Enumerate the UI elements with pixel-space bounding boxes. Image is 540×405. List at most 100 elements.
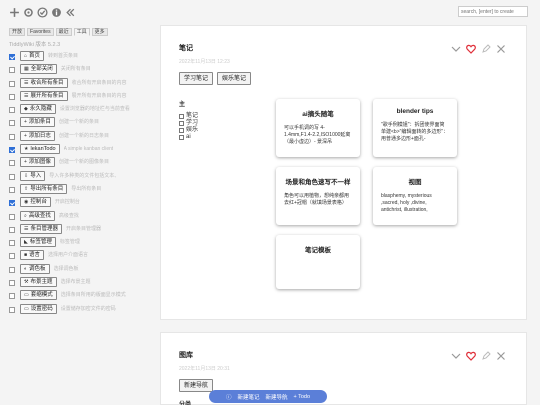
checkbox[interactable] bbox=[9, 226, 15, 233]
tag-item-label: 娱乐 bbox=[186, 127, 199, 133]
tool-button[interactable]: ◣ 标签管理 bbox=[20, 237, 56, 248]
tool-button[interactable]: ⌂ 首页 bbox=[20, 51, 45, 61]
tag-list: 主 笔记 学习 娱乐 ai bbox=[179, 99, 198, 141]
close-icon[interactable] bbox=[496, 41, 506, 59]
note-card[interactable]: blender tips "歌手例模姐"：拆团使界面简单建<b>"编辑面转的多边… bbox=[373, 99, 457, 157]
checkbox[interactable] bbox=[179, 121, 184, 126]
checkbox[interactable] bbox=[9, 213, 15, 220]
tab-favorites[interactable]: Favorites bbox=[27, 28, 54, 36]
tag-item[interactable]: 笔记 bbox=[179, 113, 198, 120]
tool-description: 开启条目管理器 bbox=[66, 225, 102, 232]
checkbox[interactable] bbox=[9, 107, 15, 114]
tool-row: ★ lekanTodo A simple kanban client bbox=[9, 144, 160, 157]
entertainment-notes-button[interactable]: 娱乐笔记 bbox=[217, 72, 252, 85]
sidebar: 开放 Favorites 最近 工具 更多 TiddlyWiki 版本 5.2.… bbox=[0, 0, 160, 405]
tool-button[interactable]: ◐ 调色板 bbox=[20, 263, 50, 274]
home-icon: ⌂ bbox=[24, 53, 28, 59]
chevron-down-icon[interactable] bbox=[451, 41, 461, 59]
checkbox[interactable] bbox=[9, 93, 15, 100]
version-label: TiddlyWiki 版本 5.2.3 bbox=[9, 42, 61, 48]
tool-button[interactable]: ★ lekanTodo bbox=[20, 144, 60, 155]
checkbox[interactable] bbox=[9, 186, 15, 193]
tool-row: ◐ 调色板 选择调色板 bbox=[9, 263, 160, 277]
checkbox[interactable] bbox=[179, 135, 184, 140]
chevron-double-left-icon[interactable] bbox=[65, 7, 76, 18]
tab-tools[interactable]: 工具 bbox=[73, 28, 90, 36]
search-input[interactable] bbox=[458, 6, 528, 17]
note-card[interactable]: ai摘头随笔 可以手机调的写 4-1.4mm,F1.4-2.2,ISO1000延… bbox=[276, 99, 360, 157]
gear-icon[interactable] bbox=[23, 7, 34, 18]
info-icon[interactable] bbox=[51, 7, 62, 18]
note-card-body: 角色可以用植物，想纯亲都用去红+冠帽（就填场景表格） bbox=[284, 193, 350, 206]
new-nav-link[interactable]: 新建导航 bbox=[265, 393, 287, 401]
note-card[interactable]: 场景和角色速写不一样 角色可以用植物，想纯亲都用去红+冠帽（就填场景表格） bbox=[276, 167, 360, 225]
tool-button[interactable]: ◉ 控制台 bbox=[20, 197, 51, 208]
tool-row: ⌂ 首页 转到首页条目 bbox=[9, 51, 160, 64]
tool-button-label: 布景主题 bbox=[30, 279, 53, 286]
add-todo-link[interactable]: + Todo bbox=[293, 394, 310, 400]
checkbox[interactable] bbox=[9, 293, 15, 300]
checkbox[interactable] bbox=[9, 200, 15, 207]
tool-button[interactable]: ⌕ 高级查找 bbox=[20, 210, 55, 221]
tab-open[interactable]: 开放 bbox=[9, 28, 26, 36]
tab-recent[interactable]: 最近 bbox=[55, 28, 72, 36]
tool-button-label: 设置密码 bbox=[30, 305, 53, 312]
new-nav-button[interactable]: 新建导航 bbox=[179, 379, 214, 392]
layout-icon: ▭ bbox=[24, 292, 29, 299]
tiddler-notes: 笔记 2022年11月13日 12:23 学习笔记 娱乐笔记 主 笔记 学习 娱… bbox=[160, 25, 527, 320]
tool-button[interactable]: ⚒ 布景主题 bbox=[20, 277, 57, 288]
checkbox[interactable] bbox=[9, 133, 15, 140]
study-notes-button[interactable]: 学习笔记 bbox=[179, 72, 214, 85]
tool-button[interactable]: ▦ 全部关闭 bbox=[20, 64, 57, 75]
tool-description: 设置储存加密文件的密码 bbox=[60, 305, 116, 312]
tool-button[interactable]: ▭ 套缩模式 bbox=[20, 290, 57, 301]
edit-icon[interactable] bbox=[481, 41, 491, 59]
tool-button[interactable]: ☰ 展开所有条目 bbox=[20, 90, 68, 101]
checkbox[interactable] bbox=[9, 253, 15, 260]
tool-button[interactable]: ⇩ 导入 bbox=[20, 170, 46, 181]
tool-button-label: 永久隐藏 bbox=[29, 106, 52, 113]
tool-button[interactable]: ▭ 设置密码 bbox=[20, 303, 57, 314]
heart-icon[interactable] bbox=[466, 348, 476, 366]
tag-item[interactable]: ai bbox=[179, 134, 198, 141]
tool-button-label: 控制台 bbox=[30, 199, 47, 206]
checkbox[interactable] bbox=[9, 266, 15, 273]
tag-item[interactable]: 学习 bbox=[179, 120, 198, 127]
checkbox[interactable] bbox=[9, 160, 15, 167]
tab-more[interactable]: 更多 bbox=[91, 28, 108, 36]
tool-button[interactable]: ■ 语言 bbox=[20, 250, 45, 261]
fold-icon: ☰ bbox=[24, 79, 29, 86]
tool-button[interactable]: + 添加日志 bbox=[20, 130, 55, 141]
checkbox[interactable] bbox=[9, 120, 15, 127]
tool-button[interactable]: ☰ 收合所有条目 bbox=[20, 77, 68, 88]
checkbox[interactable] bbox=[9, 173, 15, 180]
tool-button[interactable]: ◆ 永久隐藏 bbox=[20, 104, 56, 115]
checkbox[interactable] bbox=[179, 114, 184, 119]
close-icon[interactable] bbox=[496, 348, 506, 366]
tool-button-label: 全部关闭 bbox=[30, 66, 53, 73]
checkbox[interactable] bbox=[9, 240, 15, 247]
plus-icon[interactable] bbox=[9, 7, 20, 18]
checkbox[interactable] bbox=[9, 80, 15, 87]
tool-button-label: 添加条目 bbox=[28, 119, 51, 126]
tag-item[interactable]: 娱乐 bbox=[179, 127, 198, 134]
heart-icon[interactable] bbox=[466, 41, 476, 59]
check-circle-icon[interactable] bbox=[37, 6, 48, 18]
checkbox[interactable] bbox=[9, 280, 15, 287]
checkbox[interactable] bbox=[9, 67, 15, 74]
tool-button[interactable]: + 添加图像 bbox=[20, 157, 55, 168]
checkbox[interactable] bbox=[179, 128, 184, 133]
tag-item-label: 学习 bbox=[186, 120, 199, 126]
checkbox[interactable] bbox=[9, 147, 15, 154]
chevron-down-icon[interactable] bbox=[451, 348, 461, 366]
edit-icon[interactable] bbox=[481, 348, 491, 366]
checkbox[interactable] bbox=[9, 54, 15, 60]
tool-button[interactable]: ☰ 条目管理器 bbox=[20, 223, 62, 234]
note-card[interactable]: 视图 blasphemy, mysterious ,sacred, holy ,… bbox=[373, 167, 457, 225]
tool-button[interactable]: + 添加条目 bbox=[20, 117, 55, 128]
tool-button[interactable]: ⇧ 导出所有条目 bbox=[20, 183, 68, 194]
new-note-link[interactable]: 新建笔记 bbox=[237, 393, 259, 401]
tool-description: 创建一个新的条目 bbox=[58, 119, 99, 126]
checkbox[interactable] bbox=[9, 306, 15, 313]
note-card[interactable]: 笔记模板 bbox=[276, 235, 360, 289]
